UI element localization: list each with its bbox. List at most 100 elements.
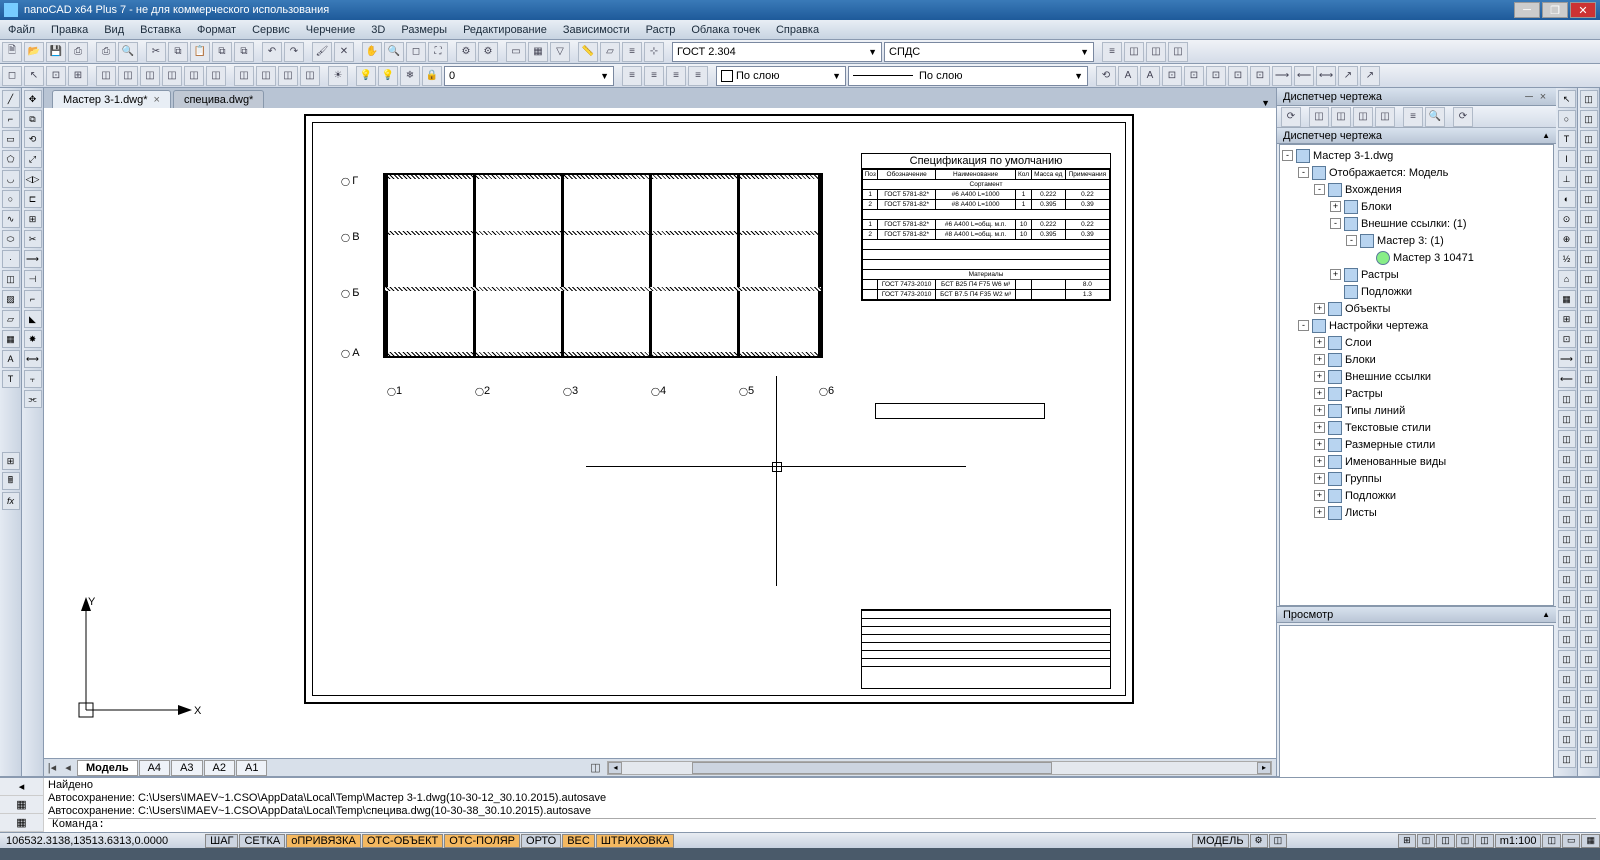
- r5-icon[interactable]: ⊡: [1184, 66, 1204, 86]
- rt27[interactable]: ◫: [1558, 610, 1576, 628]
- cut-icon[interactable]: ✂: [146, 42, 166, 62]
- sb-snap[interactable]: ШАГ: [205, 834, 238, 848]
- ptb6-icon[interactable]: 🔍: [1425, 107, 1445, 127]
- scale-icon[interactable]: ⤢: [24, 150, 42, 168]
- tb2-13[interactable]: ◫: [278, 66, 298, 86]
- stretch-icon[interactable]: ⟷: [24, 350, 42, 368]
- rt29[interactable]: ◫: [1558, 650, 1576, 668]
- tb2-4[interactable]: ⊞: [68, 66, 88, 86]
- rt14[interactable]: ⟶: [1558, 350, 1576, 368]
- rt31[interactable]: ◫: [1558, 690, 1576, 708]
- copy-icon[interactable]: ⧉: [168, 42, 188, 62]
- sb-i4[interactable]: ◫: [1417, 834, 1436, 848]
- measure-icon[interactable]: 📏: [578, 42, 598, 62]
- rt1[interactable]: ↖: [1558, 90, 1576, 108]
- menu-file[interactable]: Файл: [0, 24, 43, 36]
- rt3[interactable]: T: [1558, 130, 1576, 148]
- id-icon[interactable]: ⊹: [644, 42, 664, 62]
- rt19[interactable]: ◫: [1558, 450, 1576, 468]
- dim-style-combo[interactable]: СПДС▼: [884, 42, 1094, 62]
- rtt14[interactable]: ◫: [1580, 350, 1598, 368]
- drawing-tree[interactable]: -Мастер 3-1.dwg -Отображается: Модель -В…: [1279, 144, 1554, 606]
- close-button[interactable]: ✕: [1570, 2, 1596, 18]
- tb2-6[interactable]: ◫: [118, 66, 138, 86]
- sb-ortho[interactable]: ОРТО: [521, 834, 561, 848]
- maximize-button[interactable]: ❐: [1542, 2, 1568, 18]
- sb-i2[interactable]: ◫: [1269, 834, 1288, 848]
- rtt33[interactable]: ◫: [1580, 730, 1598, 748]
- rt30[interactable]: ◫: [1558, 670, 1576, 688]
- rtt5[interactable]: ◫: [1580, 170, 1598, 188]
- rtt23[interactable]: ◫: [1580, 530, 1598, 548]
- rt23[interactable]: ◫: [1558, 530, 1576, 548]
- sb-osnap[interactable]: оПРИВЯЗКА: [286, 834, 361, 848]
- preview-arrow-icon[interactable]: ▲: [1542, 610, 1550, 619]
- rt25[interactable]: ◫: [1558, 570, 1576, 588]
- r1-icon[interactable]: ⟲: [1096, 66, 1116, 86]
- sb-i7[interactable]: ◫: [1475, 834, 1494, 848]
- rt8[interactable]: ⊕: [1558, 230, 1576, 248]
- redo-icon[interactable]: ↷: [284, 42, 304, 62]
- ptb1-icon[interactable]: ◫: [1309, 107, 1329, 127]
- r6-icon[interactable]: ⊡: [1206, 66, 1226, 86]
- ptb4-icon[interactable]: ◫: [1375, 107, 1395, 127]
- sun-icon[interactable]: ☀: [328, 66, 348, 86]
- text-style-combo[interactable]: ГОСТ 2.304▼: [672, 42, 882, 62]
- rt6[interactable]: ◐: [1558, 190, 1576, 208]
- rtt6[interactable]: ◫: [1580, 190, 1598, 208]
- point-icon[interactable]: ·: [2, 250, 20, 268]
- misc2-icon[interactable]: ⚙: [478, 42, 498, 62]
- rotate-icon[interactable]: ⟲: [24, 130, 42, 148]
- rtt27[interactable]: ◫: [1580, 610, 1598, 628]
- light-icon[interactable]: 💡: [356, 66, 376, 86]
- fx-icon[interactable]: fx: [2, 492, 20, 510]
- tab-a2[interactable]: А2: [204, 760, 235, 776]
- r11-icon[interactable]: ⟷: [1316, 66, 1336, 86]
- menu-draw[interactable]: Черчение: [298, 24, 364, 36]
- ptb7-icon[interactable]: ⟳: [1453, 107, 1473, 127]
- tabs-dropdown-icon[interactable]: ▼: [1261, 98, 1270, 108]
- tb2-14[interactable]: ◫: [300, 66, 320, 86]
- selectall-icon[interactable]: ▦: [528, 42, 548, 62]
- rt11[interactable]: ▦: [1558, 290, 1576, 308]
- zoomwin-icon[interactable]: ◻: [406, 42, 426, 62]
- sb-scale[interactable]: m1:100: [1495, 834, 1542, 848]
- array-icon[interactable]: ⊞: [24, 210, 42, 228]
- layer4-icon[interactable]: ◫: [1168, 42, 1188, 62]
- lay3-icon[interactable]: ≡: [666, 66, 686, 86]
- drawing-canvas[interactable]: ◯ Г ◯ В ◯ Б ◯ А ◯1 ◯2 ◯3 ◯4 ◯5 ◯6 Специф…: [44, 108, 1276, 758]
- minimize-button[interactable]: ─: [1514, 2, 1540, 18]
- cmd-btn3[interactable]: ▦: [0, 814, 43, 832]
- rt18[interactable]: ◫: [1558, 430, 1576, 448]
- rt13[interactable]: ⊡: [1558, 330, 1576, 348]
- area-icon[interactable]: ▱: [600, 42, 620, 62]
- rtt17[interactable]: ◫: [1580, 410, 1598, 428]
- rt21[interactable]: ◫: [1558, 490, 1576, 508]
- saveall-icon[interactable]: ⎙: [68, 42, 88, 62]
- tab-model[interactable]: Модель: [77, 760, 138, 776]
- list-icon[interactable]: ≡: [622, 42, 642, 62]
- r8-icon[interactable]: ⊡: [1250, 66, 1270, 86]
- rtt20[interactable]: ◫: [1580, 470, 1598, 488]
- rtt8[interactable]: ◫: [1580, 230, 1598, 248]
- rtt15[interactable]: ◫: [1580, 370, 1598, 388]
- select-icon[interactable]: ▭: [506, 42, 526, 62]
- rt15[interactable]: ⟵: [1558, 370, 1576, 388]
- rtt30[interactable]: ◫: [1580, 670, 1598, 688]
- layer3-icon[interactable]: ◫: [1146, 42, 1166, 62]
- rt2[interactable]: ○: [1558, 110, 1576, 128]
- copy2-icon[interactable]: ⧉: [24, 110, 42, 128]
- zoomext-icon[interactable]: ⛶: [428, 42, 448, 62]
- sb-grid[interactable]: СЕТКА: [239, 834, 285, 848]
- rtt32[interactable]: ◫: [1580, 710, 1598, 728]
- rtt1[interactable]: ◫: [1580, 90, 1598, 108]
- rtt22[interactable]: ◫: [1580, 510, 1598, 528]
- rtt21[interactable]: ◫: [1580, 490, 1598, 508]
- tab-a1[interactable]: А1: [236, 760, 267, 776]
- rt33[interactable]: ◫: [1558, 730, 1576, 748]
- sb-lwt[interactable]: ВЕС: [562, 834, 595, 848]
- tb2-11[interactable]: ◫: [234, 66, 254, 86]
- match-icon[interactable]: 🖌: [312, 42, 332, 62]
- region-icon[interactable]: ▱: [2, 310, 20, 328]
- arc-icon[interactable]: ◡: [2, 170, 20, 188]
